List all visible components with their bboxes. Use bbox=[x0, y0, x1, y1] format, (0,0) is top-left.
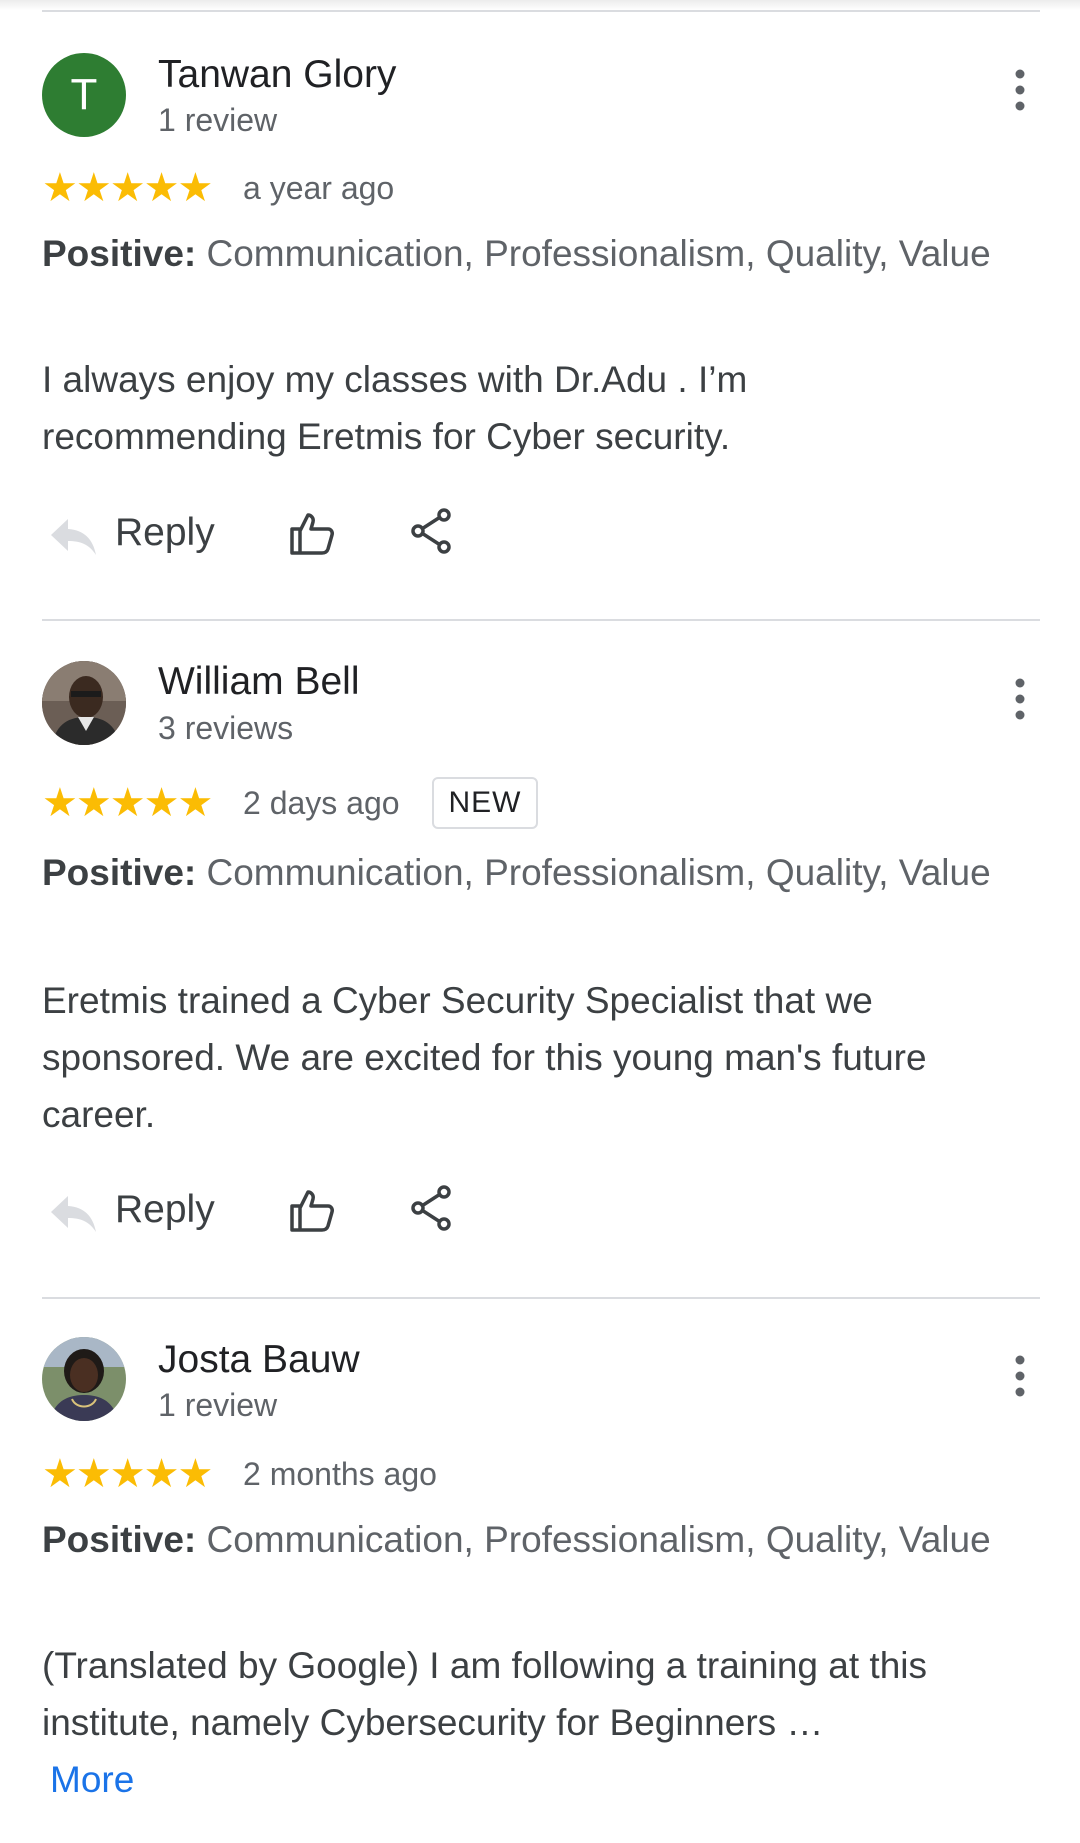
share-icon[interactable] bbox=[410, 507, 454, 555]
positive-values: Communication, Professionalism, Quality,… bbox=[196, 1519, 991, 1560]
avatar[interactable]: T bbox=[42, 53, 126, 137]
divider bbox=[42, 619, 1040, 621]
reviewer-name[interactable]: Tanwan Glory bbox=[158, 53, 396, 97]
review-text-content: (Translated by Google) I am following a … bbox=[42, 1645, 928, 1743]
positive-attributes: Positive: Communication, Professionalism… bbox=[42, 851, 1002, 895]
positive-label: Positive: bbox=[42, 852, 197, 893]
divider bbox=[42, 1297, 1040, 1299]
positive-label: Positive: bbox=[42, 1519, 197, 1560]
avatar-photo bbox=[42, 1337, 126, 1421]
review-text: Eretmis trained a Cyber Security Special… bbox=[42, 980, 927, 1135]
review-count: 3 reviews bbox=[158, 710, 294, 746]
star-rating: ★★★★★ bbox=[42, 1452, 213, 1496]
positive-values: Communication, Professionalism, Quality,… bbox=[196, 852, 991, 893]
positive-attributes: Positive: Communication, Professionalism… bbox=[42, 232, 1002, 276]
top-shadow bbox=[0, 0, 1080, 10]
more-vert-icon[interactable] bbox=[1008, 68, 1032, 112]
review-actions: Reply bbox=[0, 1182, 1080, 1242]
positive-label: Positive: bbox=[42, 233, 197, 274]
share-icon[interactable] bbox=[410, 1184, 454, 1232]
avatar[interactable] bbox=[42, 661, 126, 745]
reviewer-name[interactable]: Josta Bauw bbox=[158, 1338, 360, 1382]
reply-icon[interactable] bbox=[48, 511, 98, 561]
star-rating: ★★★★★ bbox=[42, 781, 213, 825]
avatar[interactable] bbox=[42, 1337, 126, 1421]
thumbs-up-icon[interactable] bbox=[288, 509, 336, 557]
divider bbox=[42, 10, 1040, 12]
review-count: 1 review bbox=[158, 102, 278, 138]
more-vert-icon[interactable] bbox=[1008, 1354, 1032, 1398]
review-time: 2 days ago bbox=[243, 785, 400, 821]
review-time: 2 months ago bbox=[243, 1456, 437, 1492]
reviewer-name[interactable]: William Bell bbox=[158, 660, 360, 704]
review-count: 1 review bbox=[158, 1387, 278, 1423]
more-vert-icon[interactable] bbox=[1008, 677, 1032, 721]
positive-attributes: Positive: Communication, Professionalism… bbox=[42, 1518, 1002, 1562]
reply-icon[interactable] bbox=[48, 1188, 98, 1238]
star-rating: ★★★★★ bbox=[42, 166, 213, 210]
review-time: a year ago bbox=[243, 170, 395, 206]
more-link[interactable]: More bbox=[42, 1759, 134, 1800]
review-text: (Translated by Google) I am following a … bbox=[42, 1637, 1002, 1808]
review-actions: Reply bbox=[0, 505, 1080, 565]
thumbs-up-icon[interactable] bbox=[288, 1186, 336, 1234]
reply-button[interactable]: Reply bbox=[115, 1188, 215, 1232]
new-badge: NEW bbox=[432, 777, 538, 829]
positive-values: Communication, Professionalism, Quality,… bbox=[196, 233, 991, 274]
avatar-photo bbox=[42, 661, 126, 745]
reply-button[interactable]: Reply bbox=[115, 511, 215, 555]
review-text: I always enjoy my classes with Dr.Adu . … bbox=[42, 359, 748, 457]
